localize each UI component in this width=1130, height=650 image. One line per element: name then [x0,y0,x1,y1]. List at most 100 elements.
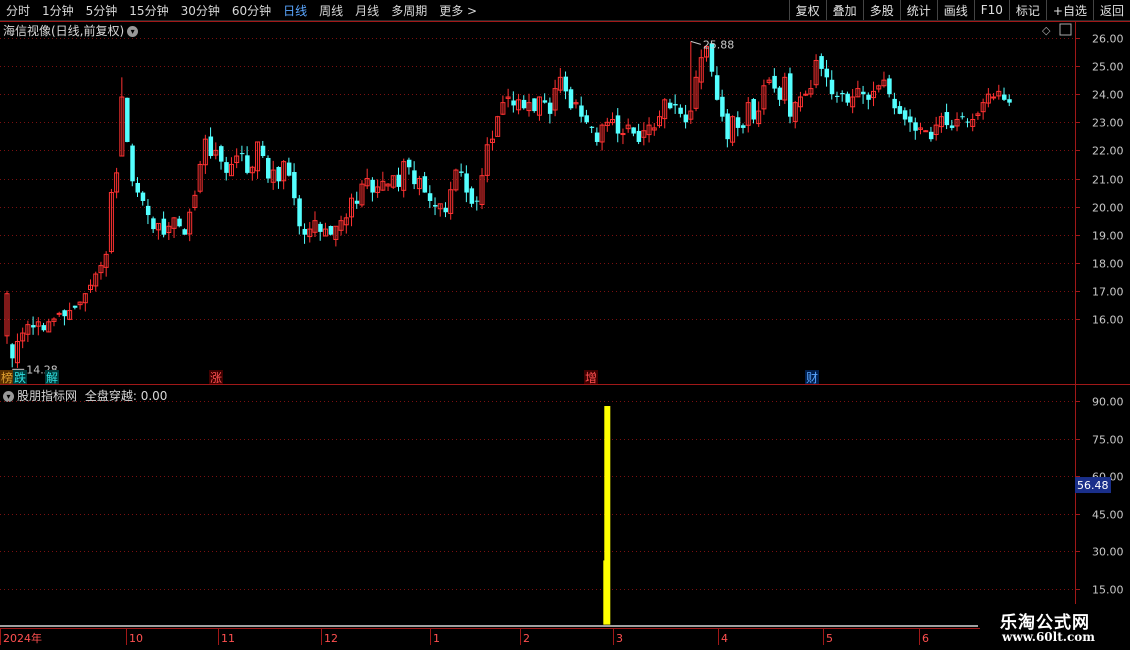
candle-body [741,125,746,128]
candle-body [887,78,892,95]
candle-body [788,73,793,117]
event-marker: 榜 [1,370,13,385]
watermark-line2: www.60lt.com [1002,630,1095,644]
candle-body [354,200,360,204]
candle-body [135,182,140,193]
candle-body [260,145,266,157]
indicator-y-tick-label: 45.00 [1092,509,1124,522]
candle-body [673,103,678,106]
candle-body [1007,99,1012,103]
high-price-label: 25.88 [703,38,735,51]
candle-body [725,113,730,140]
time-axis-label: 12 [324,632,338,645]
time-axis-label: 2024年 [3,631,42,645]
candle-body [991,96,997,99]
candle-body [751,99,756,120]
y-tick-label: 18.00 [1092,258,1124,271]
candle-body [735,117,741,128]
event-marker: 涨 [210,370,222,385]
y-tick-label: 24.00 [1092,89,1124,102]
candle-body [589,126,595,128]
candle-body [208,136,214,157]
candle-body [41,325,47,331]
candle-body [130,145,135,182]
candle-body [615,115,621,134]
candle-body [866,94,871,100]
candle-body [177,218,182,227]
candle-body [965,121,970,123]
candle-body [464,173,469,193]
candle-body [636,130,642,142]
candle-body [245,155,250,173]
candle-body [897,106,903,114]
candle-body [829,79,835,95]
candle-body [145,205,151,216]
candle-body [469,188,475,204]
candle-body [902,110,908,120]
event-marker: 跌 [14,370,26,385]
y-tick-label: 16.00 [1092,314,1124,327]
candle-body [459,171,464,173]
candle-body [328,226,334,235]
time-axis-label: 1 [433,632,440,645]
indicator-y-tick-label: 15.00 [1092,584,1124,597]
candle-body [370,179,375,193]
candle-body [474,200,480,202]
candle-body [861,91,866,95]
candle-body [297,198,302,227]
candle-body [72,305,78,308]
watermark-logo: 乐淘公式网 www.60lt.com [980,604,1130,650]
candle-body [56,312,62,315]
y-tick-label: 20.00 [1092,202,1124,215]
candle-body [412,170,417,185]
candle-body [10,344,15,359]
candle-body [840,92,845,95]
candle-body [678,107,683,114]
candle-body [928,131,934,140]
time-axis-label: 3 [616,632,623,645]
candle-body [960,116,965,118]
panel-toggle-icon [1059,23,1072,36]
candle-body [427,193,433,201]
candle-body [239,153,245,155]
y-tick-label: 26.00 [1092,33,1124,46]
candle-body [834,95,840,98]
candle-body [720,96,725,117]
candle-body [219,146,224,162]
high-pointer [690,40,701,45]
candle-body [683,114,689,123]
candle-body [406,159,412,168]
candle-body [579,105,584,117]
candle-body [908,116,913,123]
candle-body [292,172,297,199]
candle-body [318,223,323,232]
candle-body [547,102,553,114]
diamond-icon: ◇ [1042,24,1051,37]
candle-body [542,100,548,103]
y-tick-label: 21.00 [1092,174,1124,187]
stock-chart[interactable]: 26.00 25.00 24.00 23.00 22.00 21.00 20.00 19.00… [0,0,1130,650]
candle-body [521,99,527,109]
time-axis-label: 10 [129,632,143,645]
candle-body [892,98,897,109]
candle-body [532,98,537,112]
event-marker: 财 [806,371,818,385]
event-marker: 解 [46,371,58,385]
indicator-y-tick-label: 75.00 [1092,434,1124,447]
event-marker: 增 [585,371,597,385]
candle-body [772,75,777,89]
time-axis-label: 11 [221,632,235,645]
time-axis-label: 4 [721,632,728,645]
time-axis-label: 5 [826,632,833,645]
indicator-y-tick-label: 30.00 [1092,546,1124,559]
candle-body [913,122,918,131]
candle-body [819,56,824,69]
candle-body [631,127,636,134]
current-value-label: 56.48 [1077,479,1109,492]
candle-body [161,218,167,235]
candle-body [777,87,783,100]
y-tick-label: 22.00 [1092,145,1124,158]
candle-body [667,102,673,109]
candle-body [1002,94,1007,100]
candle-body [151,218,156,230]
